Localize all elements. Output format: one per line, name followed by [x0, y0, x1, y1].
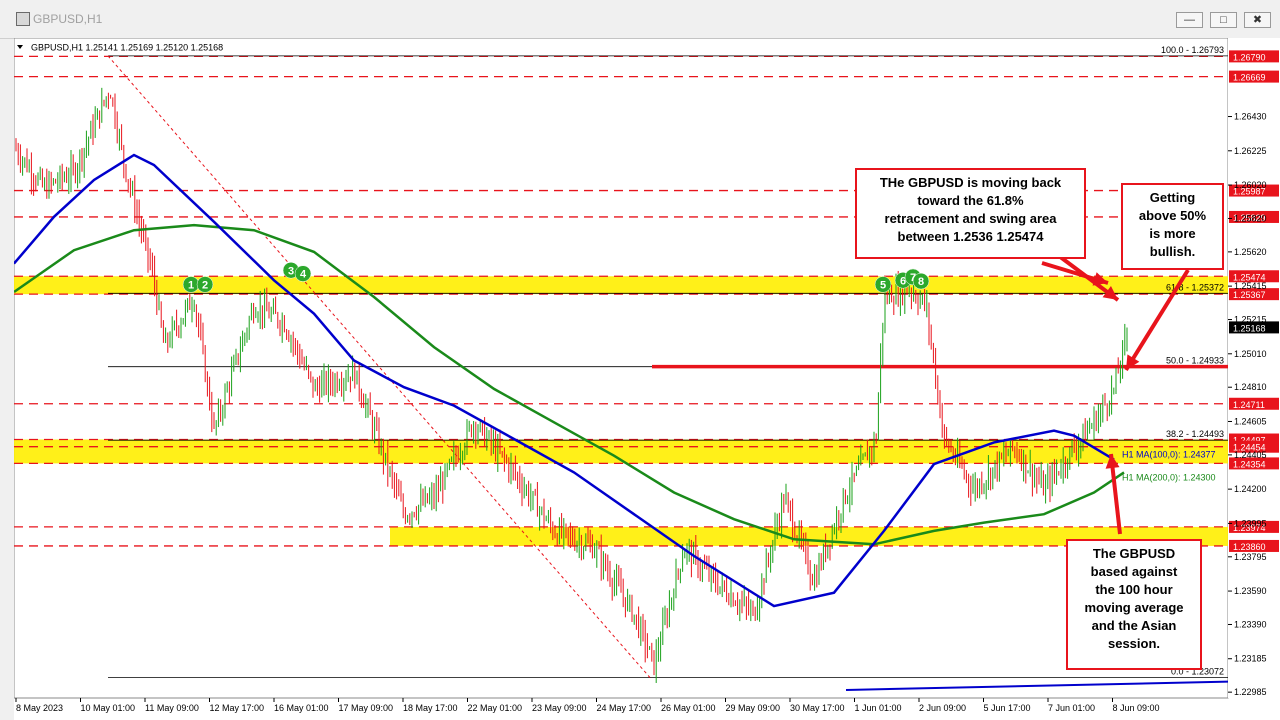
x-tick-label: 1 Jun 01:00 — [855, 703, 902, 713]
chart-window-icon — [16, 12, 30, 26]
price-chart[interactable]: 100.0 - 1.2679361.8 - 1.2537250.0 - 1.24… — [14, 38, 1280, 720]
title-bar: GBPUSD,H1 ― □ ✖ — [0, 0, 1280, 39]
y-tick-label: 1.23185 — [1234, 654, 1267, 664]
y-tick-label: 1.25215 — [1234, 315, 1267, 325]
x-tick-label: 23 May 09:00 — [532, 703, 587, 713]
y-tick-label: 1.24405 — [1234, 450, 1267, 460]
ma-label: H1 MA(200,0): 1.24300 — [1122, 472, 1216, 482]
x-tick-label: 29 May 09:00 — [726, 703, 781, 713]
price-axis-area — [1228, 38, 1280, 698]
y-tick-label: 1.26020 — [1234, 180, 1267, 190]
y-tick-label: 1.25010 — [1234, 349, 1267, 359]
window-title: GBPUSD,H1 — [33, 12, 103, 26]
price-label: 1.24711 — [1233, 400, 1265, 410]
y-tick-label: 1.25820 — [1234, 213, 1267, 223]
fib-level-label: 50.0 - 1.24933 — [1166, 356, 1224, 366]
x-tick-label: 5 Jun 17:00 — [984, 703, 1031, 713]
chart-area[interactable]: 100.0 - 1.26793 61.8 - 1.25372 50.0 - 1.24… — [14, 38, 1280, 720]
x-tick-label: 16 May 01:00 — [274, 703, 329, 713]
x-tick-label: 7 Jun 01:00 — [1048, 703, 1095, 713]
x-tick-label: 11 May 09:00 — [145, 703, 199, 713]
swing-marker-label: 8 — [918, 276, 924, 288]
close-button[interactable]: ✖ — [1244, 12, 1271, 28]
y-tick-label: 1.24605 — [1234, 416, 1267, 426]
y-tick-label: 1.26430 — [1234, 112, 1267, 122]
y-tick-label: 1.24810 — [1234, 382, 1267, 392]
price-label: 1.26669 — [1233, 73, 1266, 83]
y-tick-label: 1.22985 — [1234, 687, 1267, 697]
chart-header: GBPUSD,H1 1.25141 1.25169 1.25120 1.2516… — [31, 42, 223, 52]
y-tick-label: 1.24200 — [1234, 484, 1267, 494]
price-label: 1.24354 — [1233, 459, 1266, 469]
x-tick-label: 18 May 17:00 — [403, 703, 458, 713]
ma-label: H1 MA(100,0): 1.24377 — [1122, 450, 1216, 460]
y-tick-label: 1.25415 — [1234, 281, 1267, 291]
swing-marker-label: 4 — [300, 269, 307, 281]
y-tick-label: 1.23995 — [1234, 518, 1267, 528]
y-tick-label: 1.23795 — [1234, 552, 1267, 562]
x-tick-label: 30 May 17:00 — [790, 703, 845, 713]
price-label: 1.23860 — [1233, 542, 1266, 552]
maximize-button[interactable]: □ — [1210, 12, 1237, 28]
x-tick-label: 22 May 01:00 — [468, 703, 523, 713]
swing-marker-label: 2 — [202, 279, 208, 291]
price-label: 1.25168 — [1233, 323, 1266, 333]
x-tick-label: 12 May 17:00 — [210, 703, 265, 713]
minimize-button[interactable]: ― — [1176, 12, 1203, 28]
swing-marker-label: 3 — [288, 265, 294, 277]
swing-marker-label: 1 — [188, 279, 194, 291]
x-tick-label: 24 May 17:00 — [597, 703, 652, 713]
price-label: 1.26790 — [1233, 52, 1266, 62]
swing-marker-label: 5 — [880, 279, 886, 291]
fib-level-label: 100.0 - 1.26793 — [1161, 45, 1224, 55]
y-tick-label: 1.25620 — [1234, 247, 1267, 257]
y-tick-label: 1.23590 — [1234, 586, 1267, 596]
y-tick-label: 1.23390 — [1234, 619, 1267, 629]
x-tick-label: 10 May 01:00 — [81, 703, 136, 713]
fib-level-label: 38.2 - 1.24493 — [1166, 429, 1224, 439]
x-tick-label: 8 May 2023 — [16, 703, 63, 713]
x-tick-label: 17 May 09:00 — [339, 703, 394, 713]
x-tick-label: 8 Jun 09:00 — [1113, 703, 1160, 713]
y-tick-label: 1.26225 — [1234, 146, 1267, 156]
price-label: 1.25367 — [1233, 290, 1266, 300]
x-tick-label: 26 May 01:00 — [661, 703, 716, 713]
x-tick-label: 2 Jun 09:00 — [919, 703, 966, 713]
